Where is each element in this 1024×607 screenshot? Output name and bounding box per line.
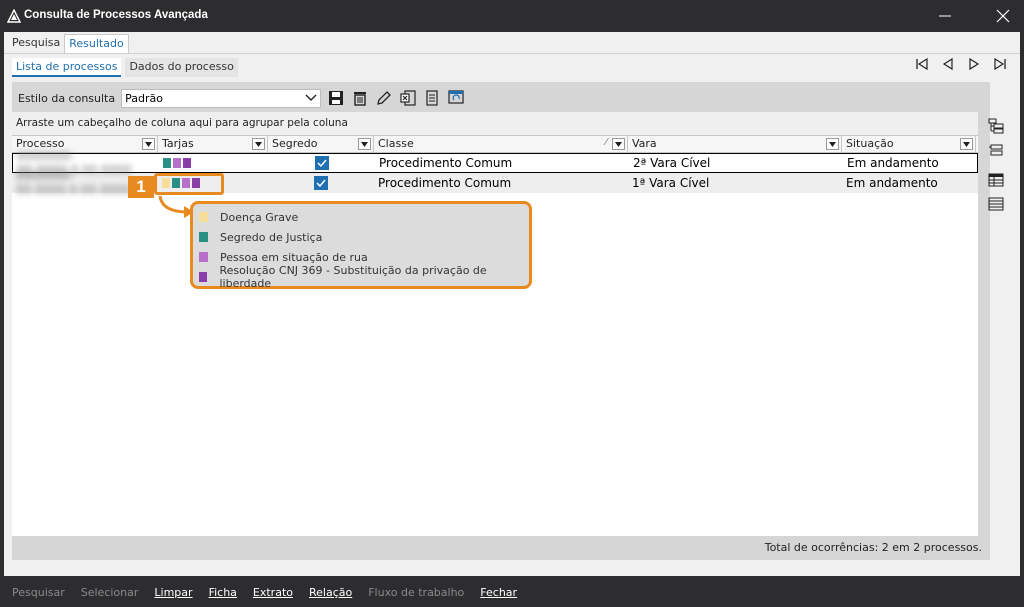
- query-toolbar: [327, 89, 465, 107]
- excel-export-icon[interactable]: [399, 89, 417, 107]
- checkbox-checked-icon: [314, 176, 328, 190]
- legend-item: Doença Grave: [199, 207, 523, 227]
- cell-tarjas: [159, 153, 269, 173]
- tab-resultado[interactable]: Resultado: [64, 34, 129, 53]
- window-client: Pesquisa Resultado Lista de processos Da…: [4, 32, 1020, 576]
- top-tabs: Pesquisa Resultado: [8, 34, 129, 54]
- limpar-button[interactable]: Limpar: [154, 586, 192, 599]
- legend-item: Resolução CNJ 369 - Substituição da priv…: [199, 264, 523, 290]
- pencil-icon[interactable]: [375, 89, 393, 107]
- doenca-grave-swatch-icon: [199, 212, 208, 222]
- window-title: Consulta de Processos Avançada: [24, 9, 208, 21]
- cell-segredo: [269, 153, 375, 173]
- minimize-button[interactable]: [930, 6, 960, 26]
- resolucao-cnj-369-swatch-icon: [199, 272, 208, 282]
- fechar-button[interactable]: Fechar: [480, 586, 517, 599]
- last-record-icon[interactable]: [992, 56, 1008, 72]
- cell-classe: Procedimento Comum: [379, 156, 513, 170]
- tabs-divider: [4, 53, 1020, 54]
- query-style-value: Padrão: [125, 91, 163, 105]
- cell-segredo: [268, 173, 374, 193]
- checkbox-checked-icon: [315, 156, 329, 170]
- occurrences-count: Total de ocorrências: 2 em 2 processos.: [764, 541, 982, 554]
- next-record-icon[interactable]: [966, 56, 982, 72]
- column-label: Segredo: [272, 137, 318, 150]
- filter-dropdown-icon[interactable]: [358, 138, 371, 150]
- group-by-area[interactable]: Arraste um cabeçalho de coluna aqui para…: [12, 112, 978, 136]
- legend-label: Resolução CNJ 369 - Substituição da priv…: [219, 264, 487, 290]
- query-style-select[interactable]: Padrão: [121, 88, 322, 108]
- close-button[interactable]: [988, 6, 1018, 26]
- query-style-label: Estilo da consulta: [18, 91, 116, 105]
- results-panel: Estilo da consulta Padrão Arraste um cab…: [12, 82, 990, 560]
- grid-header: Processo Tarjas Segredo Classe ⁄ Vara Sit…: [12, 136, 978, 153]
- selecionar-button[interactable]: Selecionar: [81, 586, 139, 599]
- legend-item: Segredo de Justiça: [199, 227, 523, 247]
- cell-vara: 1ª Vara Cível: [632, 176, 710, 190]
- table-row[interactable]: 0000000-00.0000.0.00.0000 Procedimento C…: [12, 149, 978, 177]
- list-view-icon[interactable]: [988, 196, 1004, 212]
- filter-dropdown-icon[interactable]: [612, 138, 625, 150]
- legend-label: Doença Grave: [220, 210, 299, 224]
- save-icon[interactable]: [327, 89, 345, 107]
- tab-pesquisa[interactable]: Pesquisa: [8, 34, 64, 53]
- ficha-button[interactable]: Ficha: [209, 586, 237, 599]
- column-label: Classe: [378, 137, 414, 150]
- column-header-classe[interactable]: Classe ⁄: [374, 136, 628, 152]
- title-bar: Consulta de Processos Avançada: [0, 0, 1024, 32]
- chevron-down-icon: [305, 94, 317, 101]
- column-header-segredo[interactable]: Segredo: [268, 136, 374, 152]
- filter-dropdown-icon[interactable]: [826, 138, 839, 150]
- sort-indicator-icon: ⁄: [605, 137, 607, 148]
- cell-classe: Procedimento Comum: [378, 176, 512, 190]
- grid-side-toolbar: [988, 118, 1004, 212]
- column-label: Vara: [632, 137, 657, 150]
- tab-lista-de-processos[interactable]: Lista de processos: [12, 58, 122, 77]
- column-header-situacao[interactable]: Situação: [842, 136, 976, 152]
- action-bar: Pesquisar Selecionar Limpar Ficha Extrat…: [0, 578, 1024, 607]
- tag-resolucao-cnj-369-icon: [183, 158, 191, 168]
- first-record-icon[interactable]: [914, 56, 930, 72]
- segredo-de-justica-swatch-icon: [199, 232, 208, 242]
- query-style-row: Estilo da consulta Padrão: [18, 88, 465, 108]
- fluxo-de-trabalho-button[interactable]: Fluxo de trabalho: [368, 586, 464, 599]
- legend-label: Pessoa em situação de rua: [220, 250, 368, 264]
- column-header-vara[interactable]: Vara: [628, 136, 842, 152]
- previous-record-icon[interactable]: [940, 56, 956, 72]
- filter-dropdown-icon[interactable]: [960, 138, 973, 150]
- group-rows-icon[interactable]: [988, 142, 1004, 158]
- cell-situacao: Em andamento: [847, 156, 939, 170]
- tab-dados-do-processo[interactable]: Dados do processo: [125, 58, 238, 77]
- column-label: Tarjas: [162, 137, 194, 150]
- table-view-icon[interactable]: [988, 172, 1004, 188]
- callout-highlight: [154, 173, 224, 195]
- document-list-icon[interactable]: [423, 89, 441, 107]
- cell-vara: 2ª Vara Cível: [633, 156, 711, 170]
- record-navigation: [914, 56, 1008, 72]
- sub-tabs: Lista de processos Dados do processo: [12, 58, 238, 78]
- tree-view-icon[interactable]: [988, 118, 1004, 134]
- pessoa-situacao-rua-swatch-icon: [199, 252, 208, 262]
- tag-segredo-de-justica-icon: [163, 158, 171, 168]
- pesquisar-button[interactable]: Pesquisar: [12, 586, 65, 599]
- filter-dropdown-icon[interactable]: [252, 138, 265, 150]
- trash-icon[interactable]: [351, 89, 369, 107]
- tarjas-legend: Doença Grave Segredo de Justiça Pessoa e…: [190, 201, 532, 290]
- extrato-button[interactable]: Extrato: [253, 586, 293, 599]
- window-refresh-icon[interactable]: [447, 89, 465, 107]
- column-header-tarjas[interactable]: Tarjas: [158, 136, 268, 152]
- relacao-button[interactable]: Relação: [309, 586, 352, 599]
- tag-pessoa-situacao-rua-icon: [173, 158, 181, 168]
- column-label: Situação: [846, 137, 894, 150]
- cell-situacao: Em andamento: [846, 176, 938, 190]
- legend-label: Segredo de Justiça: [220, 230, 323, 244]
- app-logo-icon: [7, 9, 21, 23]
